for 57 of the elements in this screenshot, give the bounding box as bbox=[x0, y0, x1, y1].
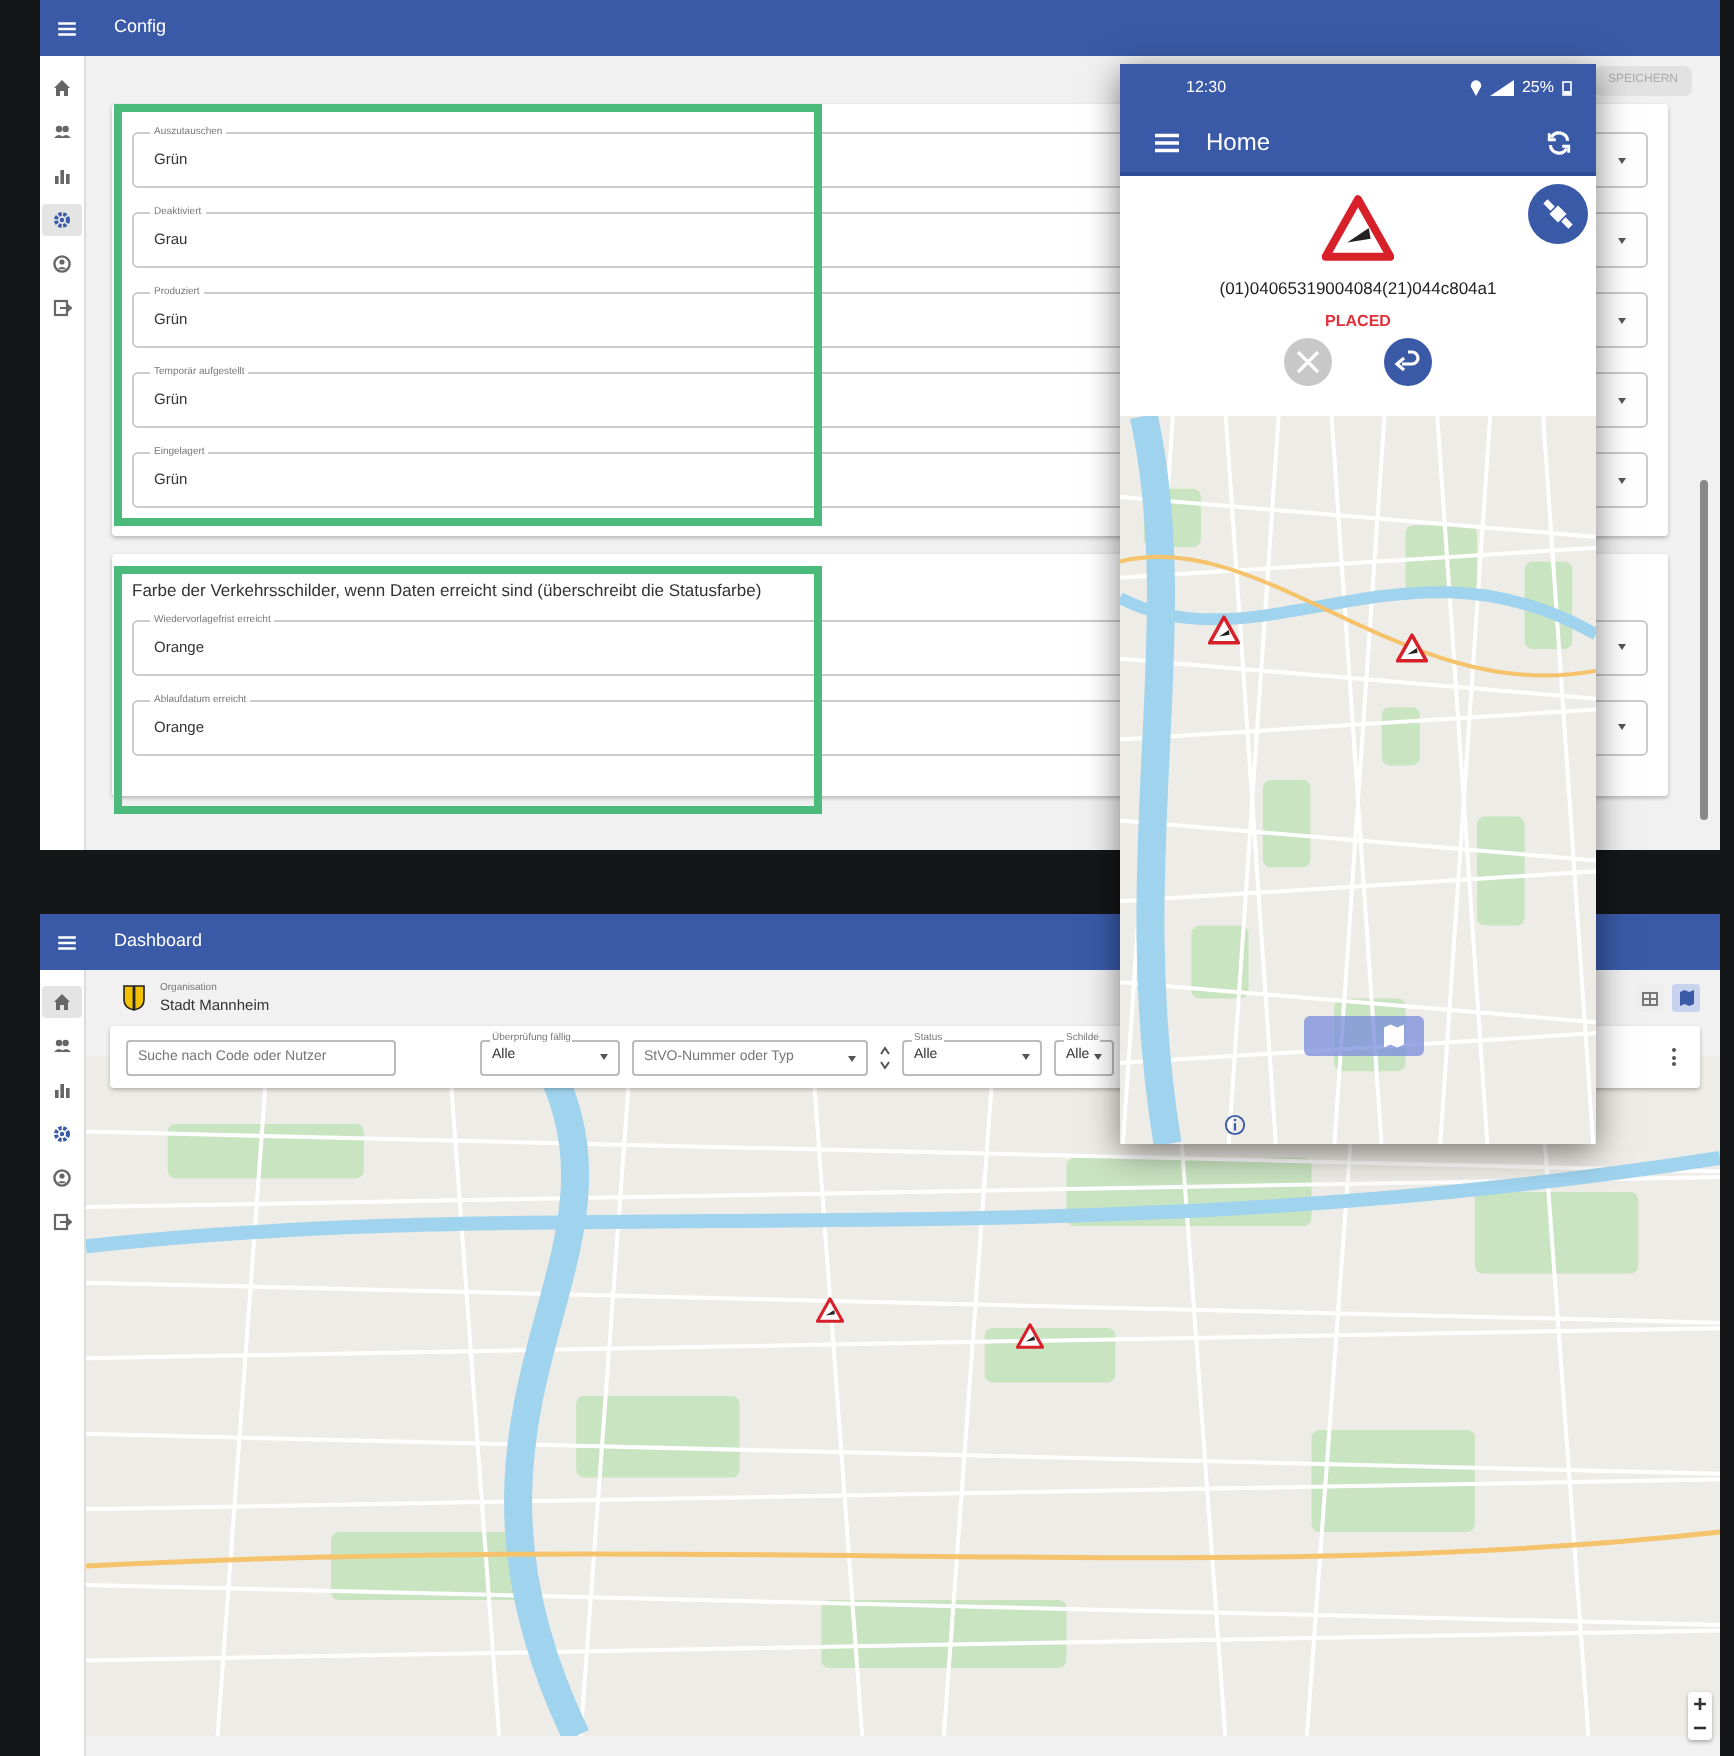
zoom-in-icon[interactable] bbox=[1688, 1692, 1712, 1716]
caret-icon bbox=[1618, 644, 1626, 651]
caret-icon bbox=[1618, 477, 1626, 483]
home-icon bbox=[52, 992, 72, 1012]
table-icon bbox=[1642, 991, 1658, 1005]
caret-icon bbox=[1022, 1054, 1030, 1060]
status-time: 12:30 bbox=[1186, 76, 1227, 100]
return-arrow-icon bbox=[1394, 349, 1422, 374]
home-icon bbox=[52, 78, 72, 98]
caret-icon bbox=[600, 1054, 608, 1060]
map-icon bbox=[1679, 990, 1693, 1006]
refresh-icon[interactable] bbox=[1546, 129, 1572, 155]
caret-icon bbox=[848, 1055, 856, 1061]
window-title: Config bbox=[114, 14, 167, 41]
window-title: Dashboard bbox=[114, 928, 203, 955]
account-icon bbox=[52, 254, 72, 274]
section-heading: Farbe der Verkehrsschilder, wenn Daten erreicht sind (überschreibt die Statusfarbe) bbox=[132, 578, 764, 604]
map-icon bbox=[1384, 1024, 1404, 1048]
caret-icon bbox=[1618, 317, 1626, 323]
map-button[interactable] bbox=[1304, 1016, 1424, 1056]
menu-icon[interactable] bbox=[56, 17, 78, 39]
people-icon bbox=[52, 1036, 72, 1056]
settings-icon bbox=[52, 1124, 72, 1144]
caret-icon bbox=[1618, 724, 1626, 731]
close-icon bbox=[1294, 347, 1322, 376]
satellite-icon bbox=[1542, 198, 1574, 230]
people-icon bbox=[52, 122, 72, 142]
signal-icon bbox=[1489, 80, 1514, 96]
warning-sign-icon bbox=[1322, 192, 1394, 264]
sort-icon[interactable] bbox=[880, 1045, 890, 1069]
map-view-button[interactable] bbox=[1672, 984, 1700, 1012]
caret-icon bbox=[1618, 237, 1626, 243]
caret-icon bbox=[1094, 1054, 1102, 1060]
info-icon[interactable] bbox=[1224, 1114, 1246, 1136]
warning-sign-icon bbox=[816, 1295, 844, 1324]
account-icon bbox=[52, 1168, 72, 1188]
menu-icon[interactable] bbox=[56, 931, 78, 953]
sidebar-item[interactable] bbox=[42, 986, 82, 1018]
screen-title: Home bbox=[1206, 126, 1273, 160]
battery-level: 25% bbox=[1521, 76, 1554, 100]
settings-icon bbox=[52, 210, 72, 230]
satellite-button[interactable] bbox=[1528, 184, 1588, 244]
bar-chart-icon bbox=[52, 1080, 72, 1100]
sidebar-item[interactable] bbox=[42, 204, 82, 236]
logout-icon bbox=[52, 1212, 72, 1232]
caret-icon bbox=[1618, 157, 1626, 163]
warning-sign-icon bbox=[1016, 1321, 1044, 1350]
coat-of-arms-icon bbox=[122, 984, 146, 1012]
caret-icon bbox=[1618, 397, 1626, 403]
warning-sign-icon bbox=[1208, 613, 1240, 646]
bar-chart-icon bbox=[52, 166, 72, 186]
return-button[interactable] bbox=[1384, 337, 1432, 386]
location-icon bbox=[1469, 80, 1482, 96]
logout-icon bbox=[52, 298, 72, 318]
status-label: PLACED bbox=[1325, 309, 1391, 334]
battery-icon bbox=[1562, 80, 1572, 96]
warning-sign-icon bbox=[1396, 631, 1428, 664]
